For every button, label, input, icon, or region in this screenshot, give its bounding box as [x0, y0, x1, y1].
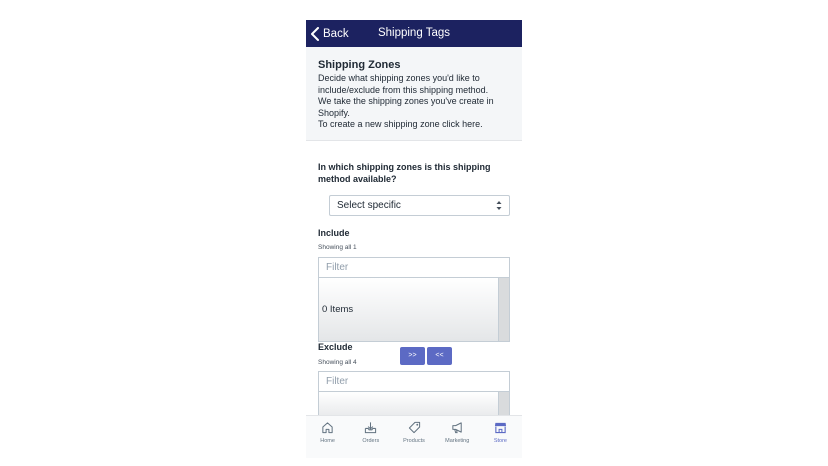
navigation-bar: Back Shipping Tags — [306, 20, 522, 47]
back-label: Back — [323, 27, 349, 40]
zones-description-line: include/exclude from this shipping metho… — [318, 84, 489, 95]
zone-mode-select[interactable]: Select specific — [329, 195, 510, 216]
tab-orders[interactable]: Orders — [349, 416, 392, 458]
zones-description-line: Decide what shipping zones you'd like to — [318, 73, 480, 83]
tab-home[interactable]: Home — [306, 416, 349, 458]
zones-heading: Shipping Zones — [318, 59, 401, 71]
back-button[interactable]: Back — [310, 20, 349, 47]
include-label: Include — [318, 228, 350, 238]
tab-store[interactable]: Store — [479, 416, 522, 458]
move-left-button[interactable]: << — [427, 347, 452, 365]
move-right-button[interactable]: >> — [400, 347, 425, 365]
tag-icon — [408, 421, 420, 434]
exclude-showing-count: Showing all 4 — [318, 359, 357, 366]
inbox-download-icon — [365, 422, 377, 434]
zones-description-line: Shopify. — [318, 107, 350, 118]
tab-products[interactable]: Products — [392, 416, 435, 458]
bottom-tab-bar: Home Orders Products Marketing Store — [306, 415, 522, 458]
include-list[interactable]: 0 Items — [318, 278, 510, 342]
chevron-left-icon — [311, 26, 319, 41]
tab-label: Products — [403, 438, 425, 444]
app-screen: Back Shipping Tags Shipping Zones Decide… — [306, 20, 522, 458]
include-filter-input[interactable] — [318, 257, 510, 278]
availability-question: In which shipping zones is this shipping… — [318, 162, 491, 184]
zones-description-line: We take the shipping zones you've create… — [318, 96, 494, 107]
tab-label: Home — [320, 438, 335, 444]
exclude-label: Exclude — [318, 342, 353, 352]
include-items-count: 0 Items — [322, 304, 354, 315]
exclude-filter-input[interactable] — [318, 371, 510, 392]
select-arrows-icon — [496, 201, 502, 210]
store-icon — [494, 422, 506, 434]
include-showing-count: Showing all 1 — [318, 244, 357, 251]
zone-mode-value: Select specific — [337, 200, 401, 211]
tab-marketing[interactable]: Marketing — [436, 416, 479, 458]
tab-label: Orders — [362, 438, 380, 444]
home-icon — [322, 422, 333, 434]
shipping-zones-info: Shipping Zones Decide what shipping zone… — [306, 47, 522, 141]
include-list-scrollbar[interactable] — [498, 278, 509, 341]
tab-label: Store — [493, 438, 507, 444]
create-zone-link[interactable]: To create a new shipping zone click here… — [318, 119, 510, 131]
tab-label: Marketing — [445, 438, 470, 444]
megaphone-icon — [452, 422, 462, 434]
